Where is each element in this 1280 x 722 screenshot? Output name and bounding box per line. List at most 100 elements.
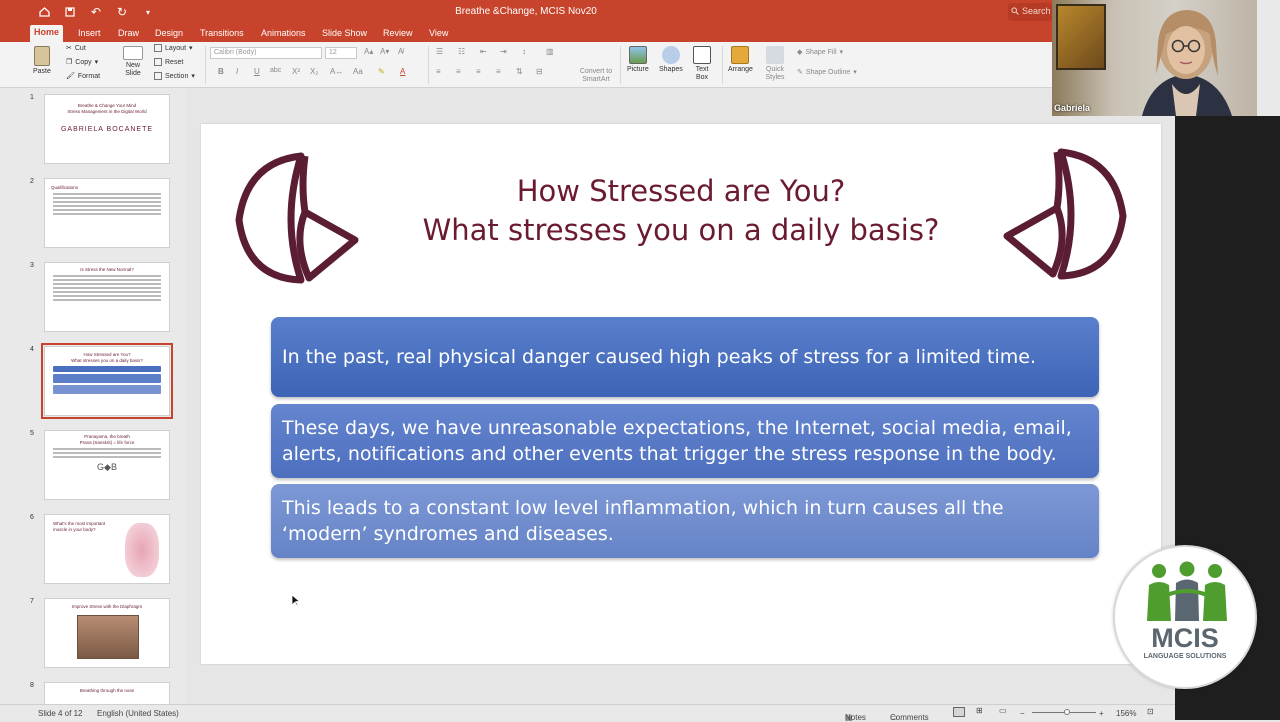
justify-icon[interactable]: ≡ [496,67,501,76]
tab-slide-show[interactable]: Slide Show [318,26,371,40]
normal-view-icon[interactable] [953,707,965,717]
slide-sorter-icon[interactable]: ⊞ [976,706,983,715]
cut-button[interactable]: ✂ Cut [66,44,86,53]
tab-animations[interactable]: Animations [257,26,310,40]
bold-icon[interactable]: B [218,67,224,76]
decrease-indent-icon[interactable]: ⇤ [480,47,487,56]
thumbnail-title: What's the most important muscle in your… [53,521,106,532]
font-name-select[interactable]: Calibri (Body) [210,47,322,59]
columns-icon[interactable]: ▥ [546,47,554,56]
zoom-in-button[interactable]: + [1099,709,1104,718]
thumbnail-box [53,373,161,383]
notes-label: Notes [845,713,866,722]
increase-font-icon[interactable]: A▴ [364,47,373,56]
text-box-button[interactable]: Text Box [693,46,711,82]
fit-to-window-icon[interactable]: ⊡ [1147,707,1154,716]
shape-fill-button[interactable]: ◆ Shape Fill ▾ [797,48,843,57]
slide-thumbnail-4[interactable]: How Stressed are You? What stresses you … [41,343,173,419]
zoom-out-button[interactable]: − [1020,709,1025,718]
paste-button[interactable]: Paste [33,46,51,75]
line-spacing-icon[interactable]: ↕ [522,47,526,56]
format-painter-button[interactable]: 🖌 Format [66,72,100,81]
ribbon-tabs: Home Insert Draw Design Transitions Anim… [0,24,1052,42]
language-indicator[interactable]: English (United States) [97,709,179,718]
italic-icon[interactable]: I [236,67,238,76]
convert-smartart-button[interactable]: Convert to SmartArt [578,68,614,84]
character-spacing-icon[interactable]: A↔ [330,67,343,76]
thumbnail-title: How Stressed are You? What stresses you … [71,352,143,363]
thumbnail-line [53,274,161,277]
brush-icon: 🖌 [66,73,75,80]
bullets-icon[interactable]: ☰ [436,47,443,56]
content-box-2[interactable]: These days, we have unreasonable expecta… [271,404,1099,478]
shapes-button[interactable]: Shapes [659,46,683,73]
picture-button[interactable]: Picture [627,46,649,73]
new-slide-button[interactable]: New Slide [120,46,146,78]
shape-outline-button[interactable]: ✎ Shape Outline ▾ [797,68,857,77]
slide-thumbnail-3[interactable]: Is Stress the New Normal? [44,262,170,332]
copy-label: Copy [75,58,92,66]
tab-home[interactable]: Home [30,25,64,42]
search-field[interactable]: Search [1008,3,1052,21]
align-right-icon[interactable]: ≡ [476,67,481,76]
align-left-icon[interactable]: ≡ [436,67,441,76]
paste-label: Paste [33,68,51,75]
underline-icon[interactable]: U [254,67,260,76]
font-color-icon[interactable]: A [400,67,405,76]
superscript-icon[interactable]: X² [292,67,300,76]
copy-button[interactable]: ❐ Copy ▾ [66,58,98,67]
thumbnail-title: Breathe & Change Your Mind Stress Manage… [67,103,147,114]
participant-name: Gabriela [1054,103,1091,113]
strikethrough-icon[interactable]: abc [270,67,281,74]
slide-title[interactable]: How Stressed are You? What stresses you … [401,172,961,250]
slide-thumbnail-2[interactable]: Qualifications [44,178,170,248]
slide-thumbnail-7[interactable]: Improve Stress with the Diaphragm [44,598,170,668]
clear-format-icon[interactable]: A̸ [398,47,403,56]
decrease-font-icon[interactable]: A▾ [380,47,389,56]
text-direction-icon[interactable]: ⇅ [516,67,523,76]
slide-canvas[interactable]: How Stressed are You? What stresses you … [201,124,1161,664]
zoom-slider-thumb[interactable] [1064,709,1070,715]
thumbnail-title: Improve Stress with the Diaphragm [71,604,143,609]
slide-thumbnail-6[interactable]: What's the most important muscle in your… [44,514,170,584]
slide-thumbnail-5[interactable]: Pranayama, the breath Prana (Sanskrit) =… [44,430,170,500]
subscript-icon[interactable]: X₂ [310,67,318,76]
align-text-icon[interactable]: ⊟ [536,67,543,76]
tab-view[interactable]: View [425,26,452,40]
slide-thumbnail-pane[interactable]: 1 Breathe & Change Your Mind Stress Mana… [24,88,186,704]
content-box-1[interactable]: In the past, real physical danger caused… [271,317,1099,397]
tab-transitions[interactable]: Transitions [196,26,248,40]
thumbnail-number: 2 [30,178,34,185]
layout-button[interactable]: Layout ▾ [154,44,193,52]
slide-thumbnail-1[interactable]: Breathe & Change Your Mind Stress Manage… [44,94,170,164]
slide-thumbnail-8[interactable]: Breathing through the nose [44,682,170,704]
tab-insert[interactable]: Insert [74,26,105,40]
thumbnail-number: 1 [30,94,34,101]
tab-review[interactable]: Review [379,26,417,40]
section-button[interactable]: Section ▾ [154,72,195,80]
reset-button[interactable]: Reset [154,58,183,66]
zoom-level[interactable]: 156% [1116,709,1136,718]
picture-icon [628,46,647,64]
reading-view-icon[interactable]: ▭ [999,706,1007,715]
thumbnail-line [53,447,161,450]
align-center-icon[interactable]: ≡ [456,67,461,76]
arrange-button[interactable]: Arrange [728,46,753,73]
reset-icon [154,58,162,66]
thumbnail-title: Breathing through the nose [79,688,135,693]
picture-label: Picture [627,66,649,73]
numbering-icon[interactable]: ☷ [458,47,465,56]
thumbnail-name: GABRIELA BOCANETE [60,125,154,133]
anatomy-image [125,523,159,577]
change-case-icon[interactable]: Aa [353,67,363,76]
shapes-icon [661,46,680,64]
highlight-icon[interactable]: ✎ [378,67,385,76]
tab-draw[interactable]: Draw [114,26,143,40]
quick-styles-button[interactable]: Quick Styles [763,46,787,82]
font-size-select[interactable]: 12 [325,47,357,59]
thumbnail-line [53,204,161,207]
content-box-3[interactable]: This leads to a constant low level infla… [271,484,1099,558]
thumbnail-number: 4 [30,346,34,353]
tab-design[interactable]: Design [151,26,187,40]
increase-indent-icon[interactable]: ⇥ [500,47,507,56]
